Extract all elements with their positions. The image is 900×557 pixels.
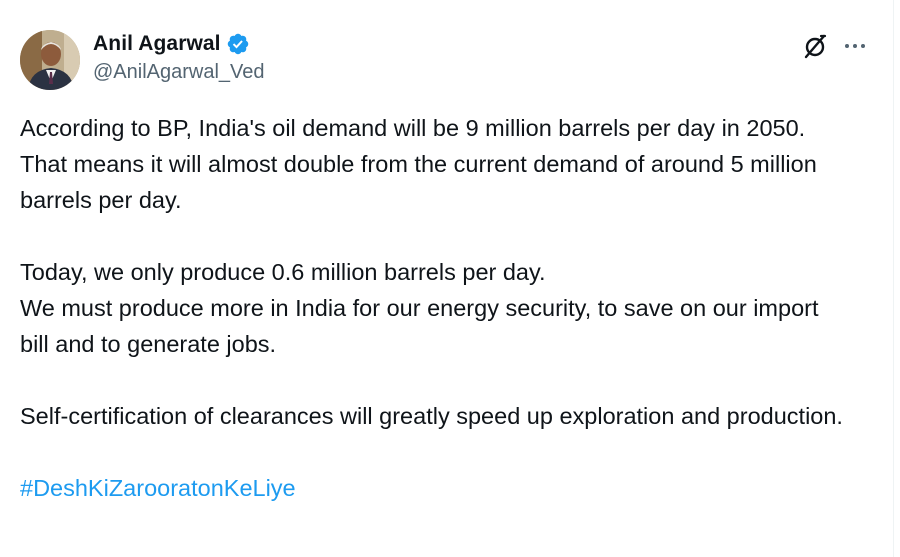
tweet-paragraph-2: Today, we only produce 0.6 million barre… (20, 254, 850, 362)
display-name-row: Anil Agarwal (93, 29, 265, 59)
tweet-paragraph-2-line-1: Today, we only produce 0.6 million barre… (20, 259, 546, 285)
avatar[interactable] (20, 30, 80, 90)
header-actions (802, 33, 868, 59)
tweet-card: Anil Agarwal @AnilAgarwal_Ved According … (0, 0, 900, 557)
author-display-name[interactable]: Anil Agarwal (93, 32, 221, 56)
tweet-paragraph-2-line-2: We must produce more in India for our en… (20, 295, 819, 357)
profile-photo-icon (20, 30, 80, 90)
hashtag-link[interactable]: #DeshKiZarooratonKeLiye (20, 475, 296, 501)
author-handle[interactable]: @AnilAgarwal_Ved (93, 61, 265, 84)
grok-icon[interactable] (802, 33, 828, 59)
verified-badge-icon (226, 32, 250, 56)
tweet-paragraph-3: Self-certification of clearances will gr… (20, 403, 843, 429)
tweet-hashtag-paragraph: #DeshKiZarooratonKeLiye (20, 470, 850, 506)
tweet-paragraph-1: According to BP, India's oil demand will… (20, 115, 817, 213)
tweet-header: Anil Agarwal @AnilAgarwal_Ved (20, 27, 880, 91)
tweet-text: According to BP, India's oil demand will… (20, 110, 850, 506)
author-names: Anil Agarwal @AnilAgarwal_Ved (93, 29, 265, 84)
more-options-icon[interactable] (842, 33, 868, 59)
column-divider (893, 0, 894, 557)
